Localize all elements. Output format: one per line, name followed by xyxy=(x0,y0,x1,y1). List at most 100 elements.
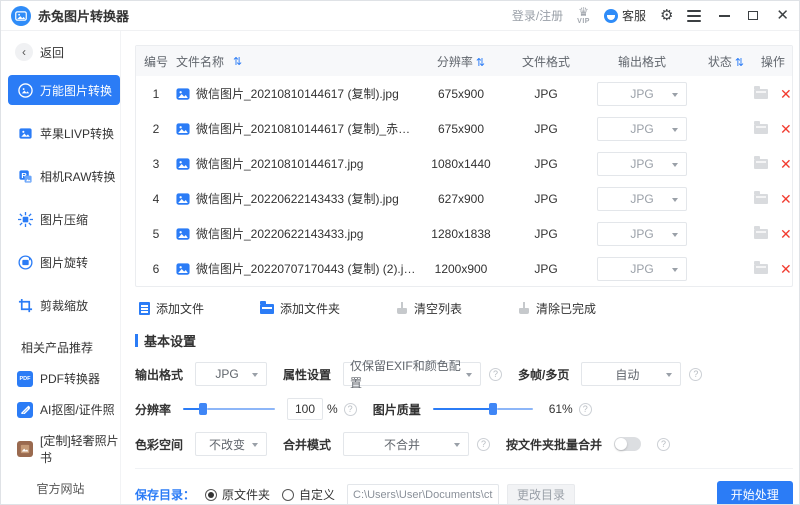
settings-row-2: 分辨率 % 图片质量 61% xyxy=(135,398,793,420)
raw-convert-icon: R xyxy=(17,168,33,184)
batch-merge-toggle[interactable] xyxy=(614,437,641,451)
col-header-format: 文件格式 xyxy=(506,53,586,70)
sort-resolution-icon[interactable]: ⇅ xyxy=(476,57,485,69)
clear-completed-icon xyxy=(518,302,530,315)
image-file-icon xyxy=(176,87,190,101)
resolution-input[interactable] xyxy=(287,398,323,420)
chevron-down-icon xyxy=(666,373,672,377)
clear-completed-button[interactable]: 清除已完成 xyxy=(518,300,596,317)
sidebar-item-universal-convert[interactable]: 万能图片转换 xyxy=(8,75,120,105)
delete-file-icon[interactable]: ✕ xyxy=(780,87,792,101)
sidebar-item-livp-convert[interactable]: 苹果LIVP转换 xyxy=(8,118,120,148)
sidebar-item-image-rotate[interactable]: 图片旋转 xyxy=(8,247,120,277)
file-name: 微信图片_20220622143433 (复制).jpg xyxy=(196,190,399,207)
open-folder-icon[interactable] xyxy=(754,124,768,134)
output-format-select[interactable]: JPG xyxy=(597,82,687,106)
sidebar-item-crop-scale[interactable]: 剪裁缩放 xyxy=(8,290,120,320)
recommend-item-pdf[interactable]: PDF PDF转换器 xyxy=(17,370,120,387)
col-header-filename[interactable]: 文件名称 ⇅ xyxy=(176,53,416,70)
chevron-down-icon xyxy=(466,373,472,377)
file-format: JPG xyxy=(506,262,586,276)
add-folder-button[interactable]: 添加文件夹 xyxy=(260,300,340,317)
settings-gear-icon[interactable]: ⚙ xyxy=(660,8,673,23)
batch-merge-help-icon[interactable] xyxy=(657,438,670,451)
row-index: 2 xyxy=(136,122,176,136)
output-format-select[interactable]: JPG xyxy=(597,152,687,176)
vip-button[interactable]: ♛ VIP xyxy=(577,6,590,25)
start-processing-button[interactable]: 开始处理 xyxy=(717,481,793,505)
delete-file-icon[interactable]: ✕ xyxy=(780,262,792,276)
table-row: 3 微信图片_20210810144617.jpg 1080x1440 JPG … xyxy=(136,146,792,181)
customer-service-button[interactable]: 客服 xyxy=(604,7,646,24)
clear-list-button[interactable]: 清空列表 xyxy=(396,300,462,317)
file-resolution: 675x900 xyxy=(416,87,506,101)
sidebar-item-raw-convert[interactable]: R 相机RAW转换 xyxy=(8,161,120,191)
delete-file-icon[interactable]: ✕ xyxy=(780,157,792,171)
list-actions: 添加文件 添加文件夹 清空列表 清除已完成 xyxy=(135,287,793,329)
app-title: 赤兔图片转换器 xyxy=(38,6,129,25)
open-folder-icon[interactable] xyxy=(754,229,768,239)
property-settings-dropdown[interactable]: 仅保留EXIF和颜色配置 xyxy=(343,362,481,386)
quality-label: 图片质量 xyxy=(373,401,421,418)
recommend-item-ai-cutout[interactable]: AI抠图/证件照 xyxy=(17,401,120,418)
radio-original-folder[interactable]: 原文件夹 xyxy=(205,486,270,503)
open-folder-icon[interactable] xyxy=(754,89,768,99)
merge-mode-label: 合并模式 xyxy=(283,436,331,453)
sidebar: ‹ 返回 万能图片转换 苹果LIVP转换 R 相机RAW转换 xyxy=(1,31,121,505)
quality-help-icon[interactable] xyxy=(579,403,592,416)
file-table: 编号 文件名称 ⇅ 分辨率⇅ 文件格式 输出格式 状态⇅ 操作 xyxy=(135,45,793,287)
output-format-select[interactable]: JPG xyxy=(597,257,687,281)
resolution-help-icon[interactable] xyxy=(344,403,357,416)
delete-file-icon[interactable]: ✕ xyxy=(780,227,792,241)
sidebar-item-image-compress[interactable]: 图片压缩 xyxy=(8,204,120,234)
sort-filename-icon[interactable]: ⇅ xyxy=(233,55,242,68)
output-format-select[interactable]: JPG xyxy=(597,222,687,246)
add-file-button[interactable]: 添加文件 xyxy=(139,300,204,317)
open-folder-icon[interactable] xyxy=(754,159,768,169)
table-row: 1 微信图片_20210810144617 (复制).jpg 675x900 J… xyxy=(136,76,792,111)
table-row: 2 微信图片_20210810144617 (复制)_赤兔... 675x900… xyxy=(136,111,792,146)
multipage-help-icon[interactable] xyxy=(689,368,702,381)
save-path-input[interactable] xyxy=(347,484,499,505)
login-register-link[interactable]: 登录/注册 xyxy=(512,7,563,24)
sort-status-icon[interactable]: ⇅ xyxy=(735,57,744,69)
multipage-label: 多帧/多页 xyxy=(518,366,569,383)
close-button[interactable]: ✕ xyxy=(776,8,789,23)
back-button[interactable]: ‹ 返回 xyxy=(15,43,120,61)
chevron-down-icon xyxy=(672,163,678,167)
merge-mode-dropdown[interactable]: 不合并 xyxy=(343,432,469,456)
output-format-select[interactable]: JPG xyxy=(597,117,687,141)
clear-list-icon xyxy=(396,302,408,315)
recommend-item-photo-book[interactable]: [定制]轻奢照片书 xyxy=(17,432,120,466)
resolution-slider-handle[interactable] xyxy=(199,403,207,415)
property-help-icon[interactable] xyxy=(489,368,502,381)
quality-slider-handle[interactable] xyxy=(489,403,497,415)
delete-file-icon[interactable]: ✕ xyxy=(780,122,792,136)
property-settings-label: 属性设置 xyxy=(283,366,331,383)
image-file-icon xyxy=(176,122,190,136)
menu-icon[interactable] xyxy=(687,10,701,22)
output-format-dropdown[interactable]: JPG xyxy=(195,362,267,386)
change-dir-button[interactable]: 更改目录 xyxy=(507,484,575,505)
image-file-icon xyxy=(176,227,190,241)
open-folder-icon[interactable] xyxy=(754,264,768,274)
multipage-dropdown[interactable]: 自动 xyxy=(581,362,681,386)
quality-slider[interactable] xyxy=(433,403,533,415)
image-file-icon xyxy=(176,192,190,206)
chevron-down-icon xyxy=(252,443,258,447)
maximize-button[interactable] xyxy=(748,11,758,20)
resolution-slider[interactable] xyxy=(183,403,275,415)
radio-custom-folder[interactable]: 自定义 xyxy=(282,486,335,503)
app-logo-icon xyxy=(11,6,31,26)
colorspace-dropdown[interactable]: 不改变 xyxy=(195,432,267,456)
col-header-status[interactable]: 状态⇅ xyxy=(698,53,754,70)
open-folder-icon[interactable] xyxy=(754,194,768,204)
delete-file-icon[interactable]: ✕ xyxy=(780,192,792,206)
file-resolution: 1200x900 xyxy=(416,262,506,276)
col-header-index: 编号 xyxy=(136,53,176,70)
output-format-select[interactable]: JPG xyxy=(597,187,687,211)
official-site-link[interactable]: 官方网站 xyxy=(1,480,120,497)
col-header-resolution[interactable]: 分辨率⇅ xyxy=(416,53,506,70)
merge-help-icon[interactable] xyxy=(477,438,490,451)
minimize-button[interactable] xyxy=(719,15,730,17)
